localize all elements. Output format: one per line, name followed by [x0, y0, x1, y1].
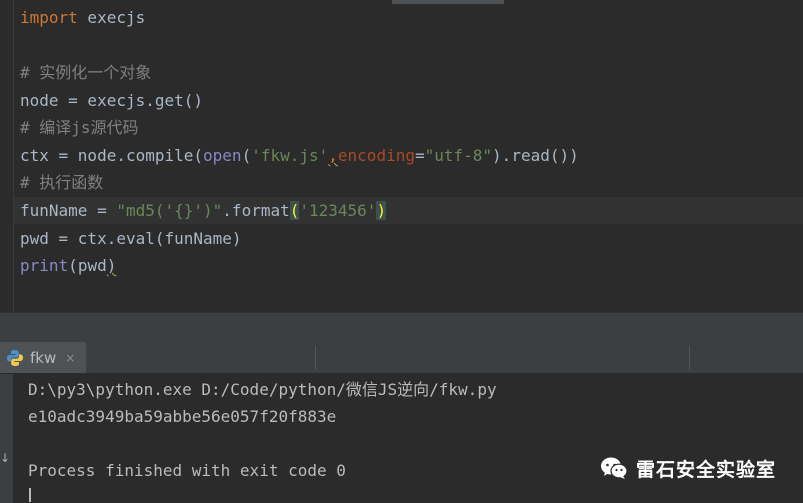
editor-gutter-divider	[13, 0, 14, 312]
wechat-icon	[601, 457, 628, 479]
param-token: encoding	[337, 146, 415, 165]
code-line-5[interactable]: # 编译js源代码	[20, 114, 139, 141]
code-text: ).read())	[492, 146, 579, 165]
close-icon[interactable]: ×	[65, 351, 75, 365]
run-tool-window-tabs: fkw ×	[0, 342, 803, 374]
code-line-3[interactable]: # 实例化一个对象	[20, 59, 151, 86]
code-text: ctx = node.compile(	[20, 146, 204, 165]
code-text: .format	[222, 201, 290, 220]
matched-paren-open: (	[289, 201, 300, 220]
string-token: '123456'	[299, 201, 377, 220]
string-token: 'fkw.js'	[251, 146, 329, 165]
code-line-4[interactable]: node = execjs.get()	[20, 87, 203, 114]
code-text: execjs	[77, 8, 146, 27]
keyword-token: import	[20, 8, 78, 27]
run-tab-fkw[interactable]: fkw ×	[0, 342, 86, 373]
console-caret	[29, 488, 31, 502]
code-text: pwd = ctx.eval(funName)	[20, 229, 242, 248]
console-toolbar: ↓	[0, 374, 13, 503]
code-line-1[interactable]: import execjs	[20, 4, 145, 31]
matched-paren-close: )	[376, 201, 387, 220]
builtin-token: open	[203, 146, 242, 165]
horizontal-scroll-thumb[interactable]	[392, 0, 504, 4]
string-token: "utf-8"	[424, 146, 493, 165]
warning-paren: )	[106, 256, 117, 275]
console-output-line: e10adc3949ba59abbe56e057f20f883e	[28, 407, 337, 426]
watermark-text: 雷石安全实验室	[636, 458, 777, 481]
scroll-down-icon[interactable]: ↓	[0, 451, 10, 465]
strip-divider	[689, 346, 690, 370]
code-text: =	[414, 146, 425, 165]
code-text: funName =	[20, 201, 117, 220]
code-text: (	[241, 146, 252, 165]
code-line-8-current[interactable]: funName = "md5('{}')".format('123456')	[14, 197, 803, 224]
console-command-line: D:\py3\python.exe D:/Code/python/微信JS逆向/…	[28, 380, 497, 399]
comment-token: # 编译js源代码	[20, 118, 139, 137]
comment-token: # 执行函数	[20, 173, 104, 192]
code-line-9[interactable]: pwd = ctx.eval(funName)	[20, 225, 242, 252]
console-exit-line: Process finished with exit code 0	[28, 461, 346, 480]
code-text: node = execjs.get()	[20, 91, 204, 110]
code-text: (	[68, 256, 78, 275]
code-line-7[interactable]: # 执行函数	[20, 169, 103, 196]
panel-splitter[interactable]	[0, 312, 803, 342]
code-line-10[interactable]: print(pwd)	[20, 252, 116, 279]
run-tab-label: fkw	[30, 348, 57, 367]
builtin-token: print	[20, 256, 69, 275]
code-line-6[interactable]: ctx = node.compile(open('fkw.js',encodin…	[20, 142, 579, 169]
strip-divider	[315, 346, 316, 370]
python-icon	[7, 349, 23, 366]
warning-comma: ,	[328, 146, 338, 165]
comment-token: # 实例化一个对象	[20, 63, 152, 82]
watermark: 雷石安全实验室	[600, 455, 776, 481]
code-text: pwd	[77, 256, 107, 275]
string-token: "md5('{}')"	[116, 201, 223, 220]
code-editor[interactable]: import execjs # 实例化一个对象 node = execjs.ge…	[0, 0, 803, 312]
